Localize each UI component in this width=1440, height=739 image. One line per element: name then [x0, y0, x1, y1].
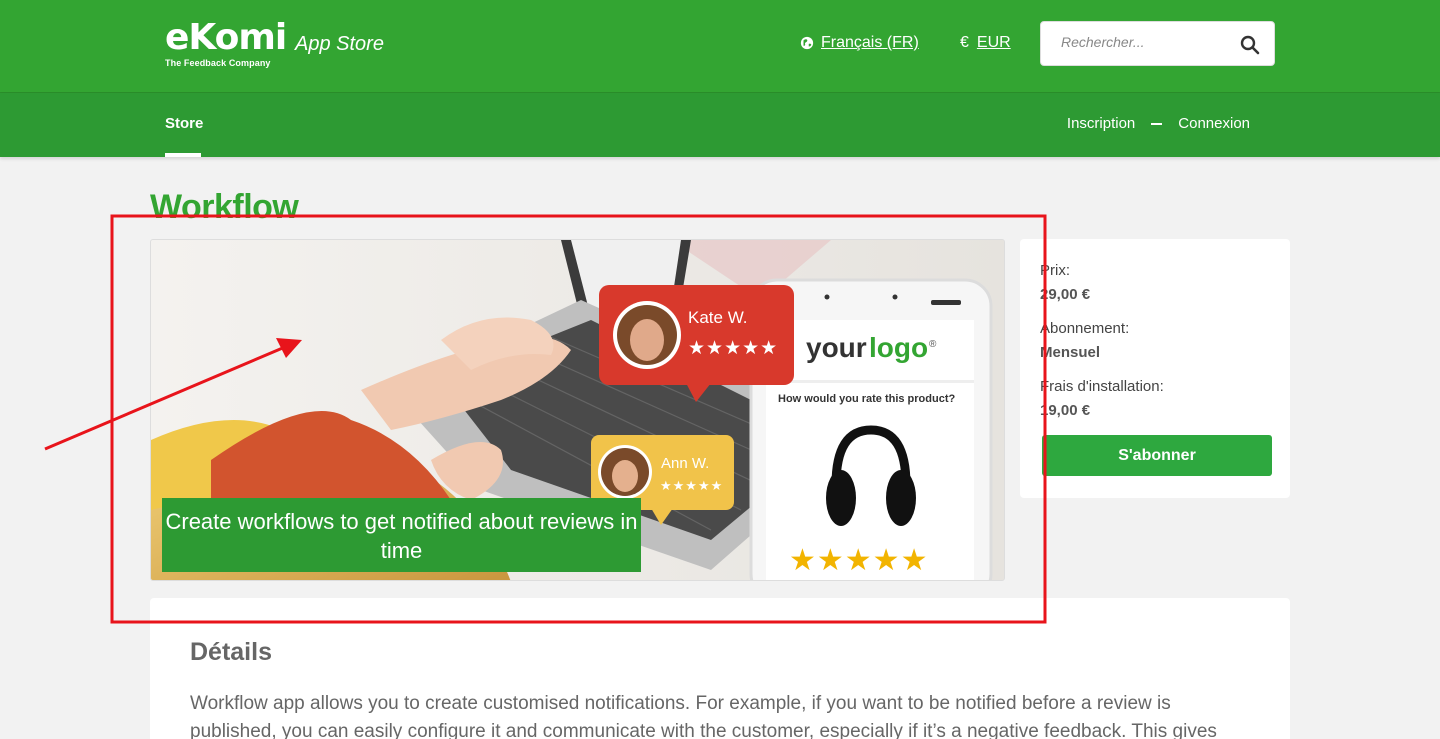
currency-symbol: € [960, 34, 969, 51]
ekomi-logo[interactable]: eKomi The Feedback Company [165, 17, 287, 69]
page-title: Workflow [150, 188, 299, 226]
subscription-value: Mensuel [1040, 344, 1101, 361]
pricing-card: Prix: 29,00 € Abonnement: Mensuel Frais … [1020, 239, 1290, 498]
separator-dash [1151, 122, 1163, 125]
phone-logo-your: your [806, 332, 867, 363]
active-tab-indicator [165, 153, 201, 157]
search-box [1040, 21, 1275, 66]
review-name-1: Kate W. [688, 308, 748, 327]
search-icon[interactable] [1240, 35, 1260, 55]
main-nav: Store Inscription Connexion [0, 93, 1440, 157]
hero-caption: Create workflows to get notified about r… [162, 498, 641, 572]
setup-fee-label: Frais d'installation: [1040, 378, 1164, 395]
logo-wordmark: eKomi [165, 17, 287, 58]
setup-fee-value: 19,00 € [1040, 402, 1091, 419]
details-heading: Détails [190, 638, 272, 666]
review-stars-2: ★★★★★ [660, 479, 723, 494]
app-store-label: App Store [295, 33, 384, 55]
details-text: Workflow app allows you to create custom… [190, 693, 1217, 739]
top-header: eKomi The Feedback Company App Store Fra… [0, 0, 1440, 93]
login-link[interactable]: Connexion [1178, 115, 1250, 132]
logo-tagline: The Feedback Company [165, 58, 271, 68]
app-hero-image: Kate W. ★★★★★ Ann W. ★★★★★ your logo ® H… [150, 239, 1005, 581]
language-selector[interactable]: Français (FR) [800, 34, 919, 52]
phone-question: How would you rate this product? [778, 393, 956, 405]
register-link[interactable]: Inscription [1067, 115, 1135, 132]
globe-icon [800, 36, 814, 50]
subscription-label: Abonnement: [1040, 320, 1130, 337]
review-name-2: Ann W. [661, 455, 709, 472]
currency-selector[interactable]: € EUR [960, 34, 1011, 52]
phone-logo-mark: ® [929, 339, 937, 350]
auth-links: Inscription Connexion [1067, 115, 1250, 132]
subscribe-button[interactable]: S'abonner [1042, 435, 1272, 476]
review-stars-1: ★★★★★ [688, 337, 778, 359]
details-section: Détails Workflow app allows you to creat… [150, 598, 1290, 739]
search-input[interactable] [1061, 34, 1231, 50]
nav-store-tab[interactable]: Store [165, 115, 203, 132]
language-link[interactable]: Français (FR) [821, 34, 919, 52]
price-label: Prix: [1040, 262, 1070, 279]
phone-logo-logo: logo [869, 332, 928, 363]
phone-stars: ★★★★★ [789, 543, 928, 578]
currency-link[interactable]: EUR [977, 34, 1011, 52]
price-value: 29,00 € [1040, 286, 1091, 303]
